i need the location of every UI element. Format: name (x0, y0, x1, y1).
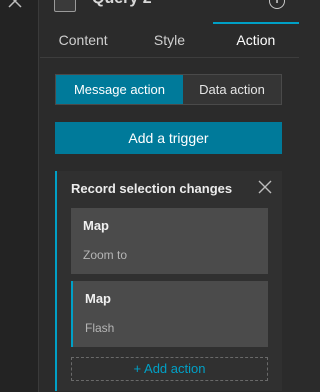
trigger-close-icon[interactable] (258, 180, 272, 194)
widget-icon (54, 0, 76, 12)
info-icon[interactable]: i (269, 0, 285, 9)
tab-style[interactable]: Style (126, 22, 212, 57)
add-action-button[interactable]: + Add action (71, 357, 268, 381)
panel-header: Query 2 i (40, 0, 299, 22)
tab-bar: Content Style Action (40, 22, 300, 58)
tab-content[interactable]: Content (40, 22, 126, 57)
settings-panel: Query 2 i Content Style Action Message a… (40, 0, 300, 392)
close-icon[interactable] (7, 0, 23, 9)
action-subtitle: Flash (85, 321, 115, 335)
action-subtitle: Zoom to (83, 248, 128, 262)
action-title: Map (83, 218, 109, 233)
action-card-flash[interactable]: Map Flash (71, 281, 268, 347)
left-sidebar (0, 0, 39, 392)
message-action-button[interactable]: Message action (56, 75, 183, 104)
action-card-zoom[interactable]: Map Zoom to (71, 208, 268, 274)
trigger-card: Record selection changes Map Zoom to Map… (55, 171, 282, 391)
widget-title: Query 2 (92, 0, 152, 8)
tab-action[interactable]: Action (212, 22, 300, 57)
add-trigger-button[interactable]: Add a trigger (55, 122, 282, 154)
action-type-toggle: Message action Data action (55, 74, 282, 105)
action-title: Map (85, 291, 111, 306)
trigger-title: Record selection changes (71, 181, 233, 196)
data-action-button[interactable]: Data action (183, 75, 281, 104)
